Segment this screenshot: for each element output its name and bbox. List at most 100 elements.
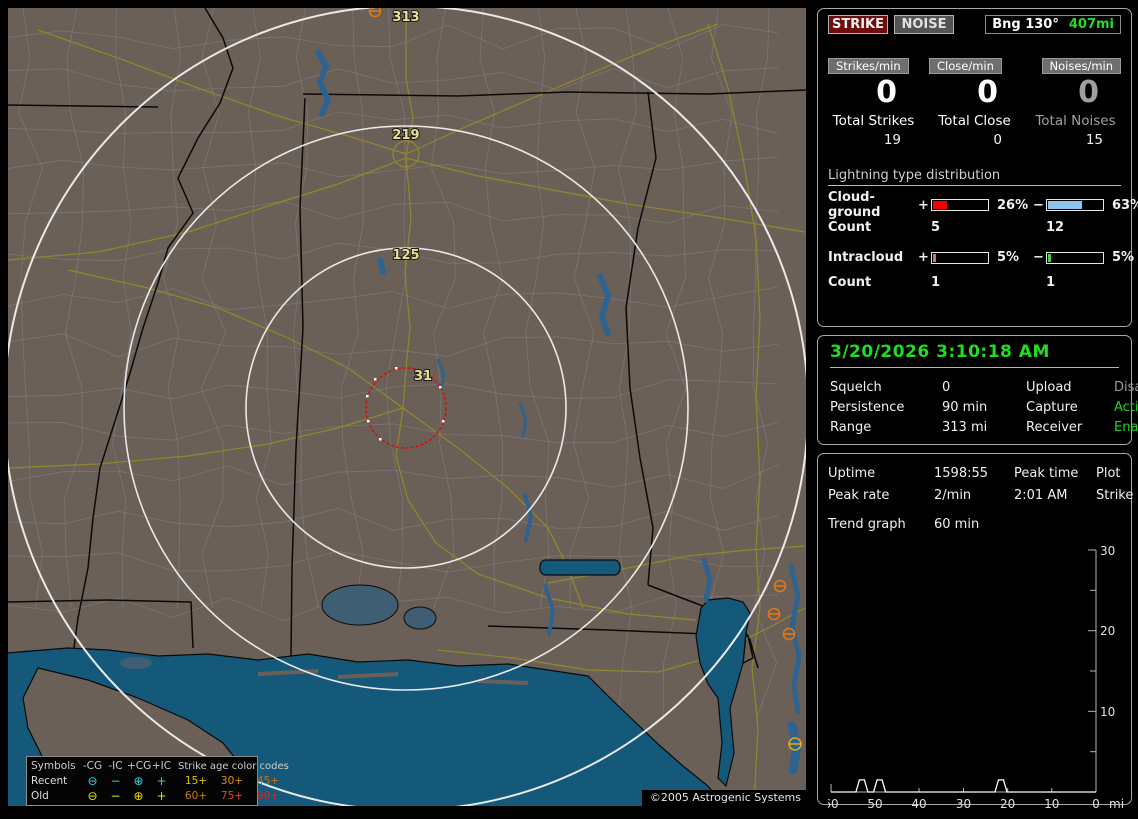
legend-old-row: Old ⊖ − ⊕ + 60+ 75+ 90+ [31,789,279,804]
cg-plus-pct: 26% [997,197,1029,213]
cg-plus-bar [931,199,989,211]
age-75: 75+ [220,790,244,802]
x-tick-50: 50 [867,797,882,811]
peak-time-label: Peak time [1014,465,1079,481]
intracloud-row: Intracloud + 5% − 5% [828,245,1134,270]
x-tick-60: 60 [828,797,839,811]
noises-per-min-value: 0 [1078,75,1099,110]
squelch-value: 0 [942,379,951,395]
trend-panel: Uptime 1598:55 Peak time Plot Peak rate … [817,453,1133,811]
y-tick-10: 10 [1100,705,1115,719]
close-per-min-value: 0 [977,75,998,110]
receiver-status: Enabled [1114,419,1138,435]
legend-header-row: Symbols -CG -IC +CG +IC Strike age color… [31,759,289,774]
legend-recent-row: Recent ⊖ − ⊕ + 15+ 30+ 45+ [31,774,279,789]
intracloud-label: Intracloud [828,250,904,265]
uptime-value: 1598:55 [934,465,989,481]
strikes-counter: Strikes/min 0 Total Strikes 19 [828,58,919,148]
strikes-per-min-value: 0 [876,75,897,110]
cloud-ground-label: Cloud-ground [828,190,881,220]
x-tick-10: 10 [1044,797,1059,811]
x-tick-0: 0 [1092,797,1100,811]
trend-graph-label: Trend graph [828,516,906,532]
lake-pontchartrain [321,584,399,626]
datetime-display: 3/20/2026 3:10:18 AM [830,342,1119,368]
legend-old-label: Old [31,790,49,802]
cloud-ground-count-row: Count 5 12 [828,215,1121,239]
upload-status: Disabled [1114,379,1138,395]
ic-minus-count: 1 [1046,274,1056,290]
uptime-row: Uptime 1598:55 Peak time Plot [828,462,1121,484]
ic-minus-pct: 5% [1112,250,1135,265]
plot-label: Plot [1096,465,1121,481]
legend-symbols-header: Symbols [31,760,76,772]
noise-button[interactable]: NOISE [894,15,954,34]
trend-graph: 30 20 10 60 50 40 30 20 10 0 min [823,544,1131,811]
noises-per-min-chip[interactable]: Noises/min [1041,58,1121,74]
close-per-min-chip[interactable]: Close/min [929,58,1002,74]
total-strikes-value: 19 [883,132,901,148]
plus-sign: + [918,250,929,265]
peak-rate-label: Peak rate [828,487,890,503]
cg-minus-bar [1046,199,1104,211]
legend-col-ncg: -CG [82,760,103,772]
trend-graph-row: Trend graph 60 min [828,513,1121,535]
lightning-map[interactable]: 313 219 125 31 Symbols -CG -IC +CG +IC S… [8,8,806,806]
peak-rate-row: Peak rate 2/min 2:01 AM Strike [828,484,1133,506]
status-panel: 3/20/2026 3:10:18 AM Squelch 0 Upload Di… [817,335,1138,445]
upload-label: Upload [1026,379,1072,395]
ic-minus-bar [1046,251,1104,264]
circle-plus-icon: ⊕ [133,774,144,788]
symbols-legend: Symbols -CG -IC +CG +IC Strike age color… [26,756,289,806]
total-noises-value: 15 [1085,132,1103,148]
total-close-label: Total Close [938,113,1011,129]
x-tick-30: 30 [956,797,971,811]
receiver-label: Receiver [1026,419,1083,435]
cg-plus-count: 5 [931,219,941,235]
total-noises-label: Total Noises [1035,113,1116,129]
lake-small [403,606,437,630]
age-30: 30+ [220,775,244,787]
peak-time-value: 2:01 AM [1014,487,1068,503]
plus-icon: + [156,789,167,803]
total-close-value: 0 [993,132,1002,148]
plus-icon: + [156,774,167,788]
squelch-label: Squelch [830,379,882,395]
range-value: 313 mi [942,419,988,435]
legend-col-pic: +IC [151,760,172,772]
y-tick-20: 20 [1100,624,1115,638]
minus-sign: − [1033,197,1044,213]
bearing-range: 407mi [1068,17,1114,32]
ring-label-313: 313 [392,10,419,25]
count-label: Count [828,219,872,235]
noises-counter: Noises/min 0 Total Noises 15 [1030,58,1121,148]
ic-plus-count: 1 [931,274,941,290]
x-axis-unit: min [1109,797,1124,811]
legend-col-nic: -IC [108,760,123,772]
age-60: 60+ [184,790,208,802]
circle-plus-icon: ⊕ [133,789,144,803]
legend-recent-label: Recent [31,775,68,787]
persistence-value: 90 min [942,399,988,415]
strikes-per-min-chip[interactable]: Strikes/min [828,58,909,74]
ring-label-125: 125 [392,248,419,263]
strike-button[interactable]: STRIKE [828,15,888,34]
x-tick-40: 40 [911,797,926,811]
ring-label-31: 31 [414,369,432,384]
minus-icon: − [110,789,121,803]
status-row-range: Range 313 mi Receiver Enabled [830,417,1138,437]
age-90: 90+ [256,790,280,802]
lagoon [539,559,621,576]
lake-west [120,657,152,669]
capture-label: Capture [1026,399,1078,415]
ring-label-219: 219 [392,128,419,143]
total-strikes-label: Total Strikes [832,113,915,129]
status-row-persistence: Persistence 90 min Capture Active [830,397,1138,417]
circle-minus-icon: ⊖ [87,789,98,803]
minus-sign: − [1033,250,1044,265]
legend-age-header: Strike age color codes [178,761,289,772]
map-canvas: 313 219 125 31 [8,8,806,806]
y-tick-30: 30 [1100,544,1115,558]
plus-sign: + [918,197,929,213]
close-counter: Close/min 0 Total Close 0 [929,58,1020,148]
